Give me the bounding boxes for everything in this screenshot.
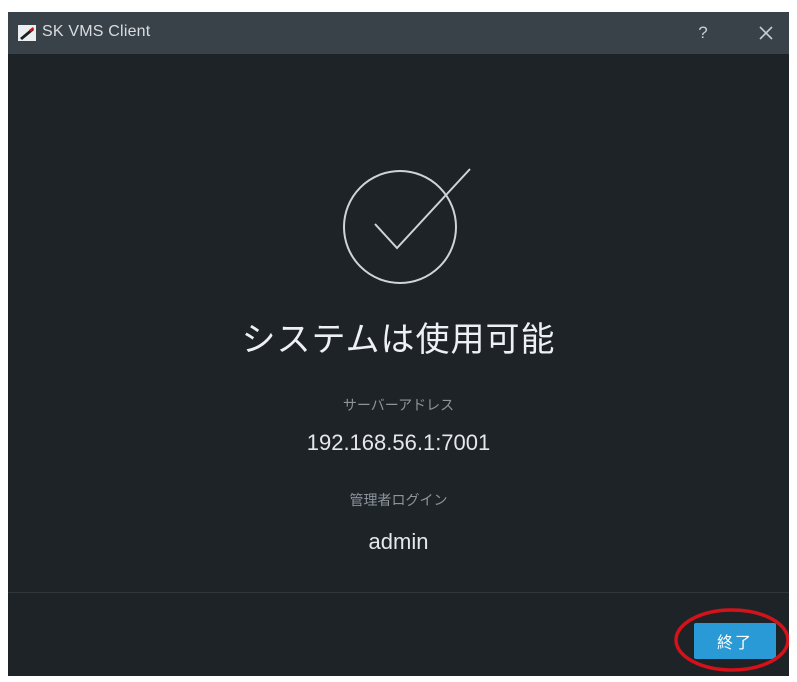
checkmark-circle-icon [343, 168, 471, 284]
footer-bar [8, 593, 789, 676]
app-logo-icon [18, 25, 36, 41]
help-icon: ? [698, 23, 708, 42]
admin-login-label: 管理者ログイン [349, 493, 448, 509]
admin-login-value: admin [368, 529, 429, 554]
finish-button[interactable]: 終了 [694, 623, 776, 659]
close-button[interactable] [743, 12, 789, 54]
window-title: SK VMS Client [42, 23, 151, 40]
close-icon [759, 26, 773, 40]
server-address-label: サーバーアドレス [342, 398, 455, 414]
server-address-value: 192.168.56.1:7001 [306, 430, 491, 455]
finish-button-label: 終了 [716, 633, 753, 652]
help-button[interactable]: ? [680, 12, 726, 54]
status-heading: システムは使用可能 [241, 320, 556, 360]
title-bar[interactable]: SK VMS Client ? [8, 12, 789, 54]
setup-complete-window: SK VMS Client ? システムは使用可能 サーバーアドレス 192.1… [8, 12, 789, 676]
